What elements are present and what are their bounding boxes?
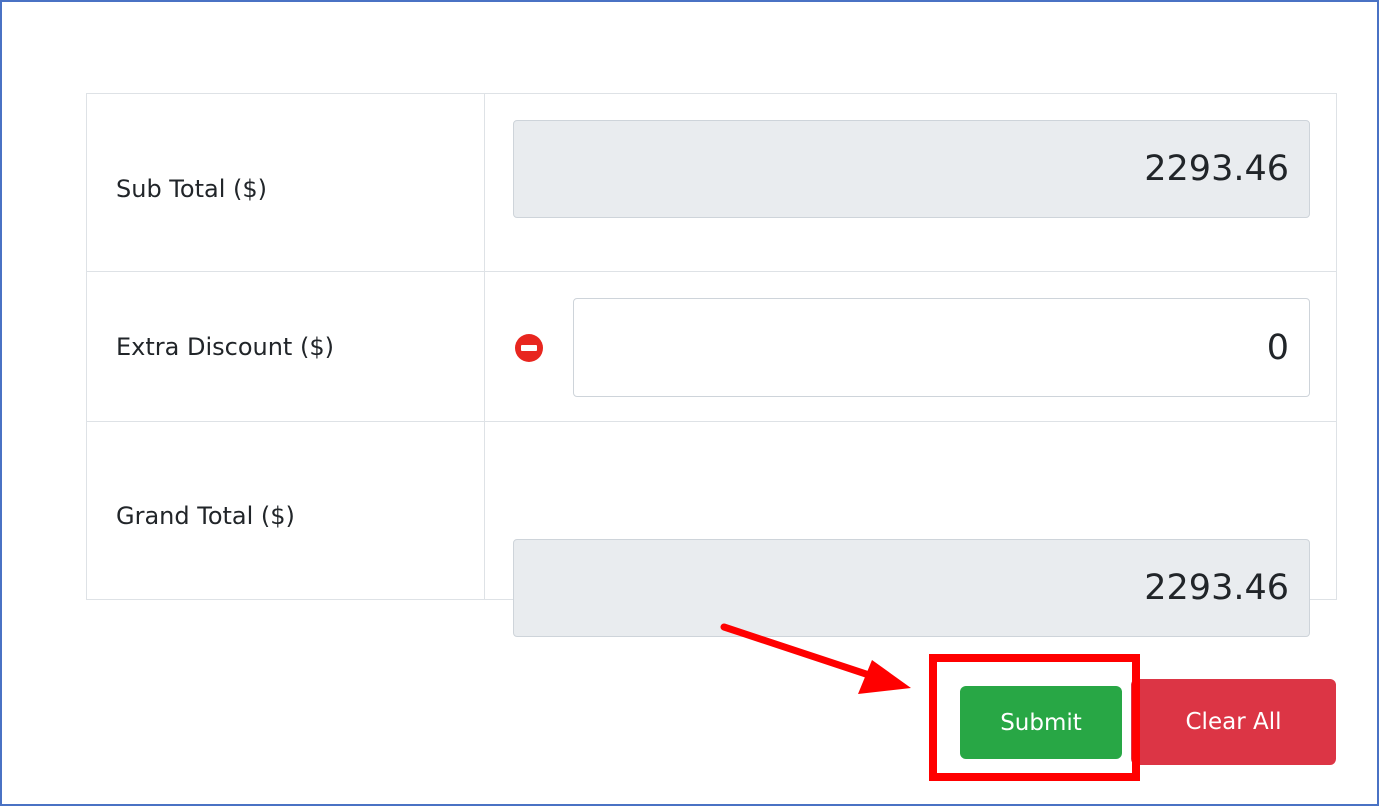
column-divider bbox=[484, 94, 485, 271]
extra-discount-input[interactable]: 0 bbox=[573, 298, 1310, 397]
screenshot-frame: Sub Total ($) 2293.46 Extra Discount ($)… bbox=[0, 0, 1379, 806]
submit-button[interactable]: Submit bbox=[960, 686, 1122, 759]
extra-discount-label: Extra Discount ($) bbox=[116, 332, 334, 361]
grand-total-label: Grand Total ($) bbox=[116, 501, 295, 530]
sub-total-label: Sub Total ($) bbox=[116, 174, 267, 203]
extra-discount-row: Extra Discount ($) 0 bbox=[87, 272, 1336, 422]
column-divider bbox=[484, 422, 485, 599]
grand-total-field: 2293.46 bbox=[513, 539, 1310, 637]
sub-total-field: 2293.46 bbox=[513, 120, 1310, 218]
totals-table: Sub Total ($) 2293.46 Extra Discount ($)… bbox=[86, 93, 1337, 637]
clear-all-button[interactable]: Clear All bbox=[1131, 679, 1336, 765]
grand-total-row: Grand Total ($) 2293.46 bbox=[87, 422, 1336, 637]
column-divider bbox=[484, 272, 485, 421]
minus-circle-icon[interactable] bbox=[515, 334, 543, 362]
sub-total-row: Sub Total ($) 2293.46 bbox=[87, 94, 1336, 272]
